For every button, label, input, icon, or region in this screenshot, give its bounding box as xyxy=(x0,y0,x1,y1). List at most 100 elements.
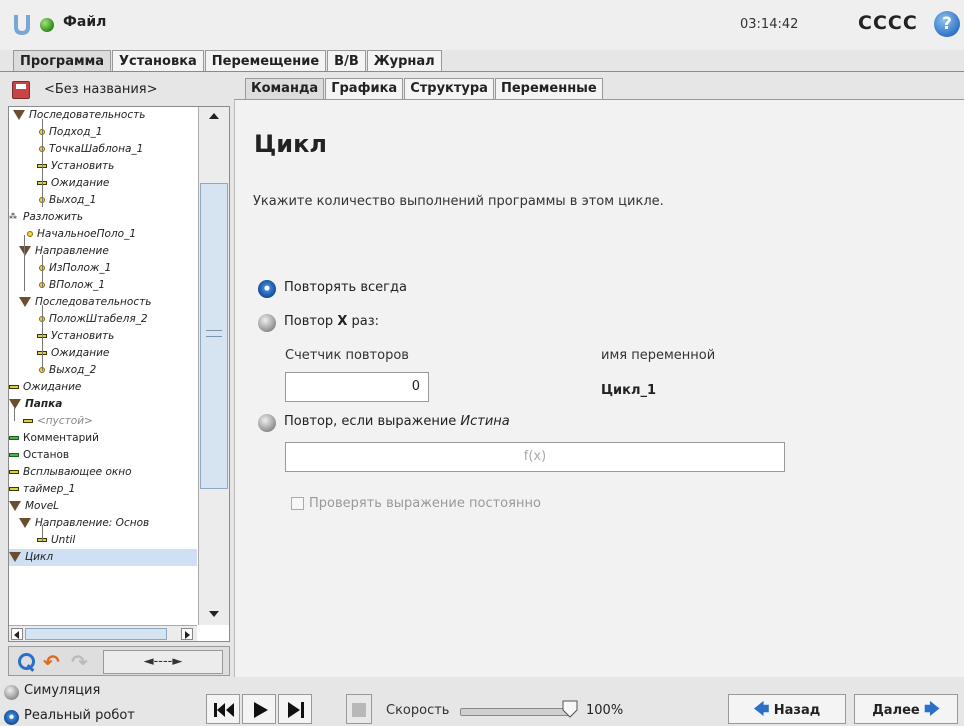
save-icon[interactable] xyxy=(12,81,30,99)
tree-node[interactable]: Цикл xyxy=(9,549,197,566)
tree-node[interactable]: ИзПолож_1 xyxy=(37,260,111,277)
tree-node[interactable]: Всплывающее окно xyxy=(9,464,132,481)
tree-node[interactable]: Выход_2 xyxy=(37,362,96,379)
program-header: <Без названия> xyxy=(8,78,230,104)
tree-node[interactable]: Папка xyxy=(9,396,62,413)
radio-repeat-forever-label[interactable]: Повторять всегда xyxy=(284,280,407,295)
tree-node[interactable]: Установить xyxy=(37,158,114,175)
real-robot-radio[interactable] xyxy=(4,710,19,725)
tree-node-label: Ожидание xyxy=(51,177,110,189)
tree-node[interactable]: НачальноеПоло_1 xyxy=(25,226,136,243)
tree-node[interactable]: ТочкаШаблона_1 xyxy=(37,141,143,158)
command-icon xyxy=(9,385,19,389)
tree-connector xyxy=(42,255,43,287)
radio-repeat-times[interactable] xyxy=(258,314,276,332)
radio-repeat-while[interactable] xyxy=(258,414,276,432)
command-icon xyxy=(9,470,19,474)
search-icon[interactable] xyxy=(15,650,37,674)
tab-move[interactable]: Перемещение xyxy=(204,50,327,72)
tab-log[interactable]: Журнал xyxy=(366,50,442,72)
tree-node[interactable]: ВПолож_1 xyxy=(37,277,105,294)
page-title: Цикл xyxy=(254,130,327,158)
expand-triangle-icon xyxy=(19,297,31,307)
repeat-count-input[interactable]: 0 xyxy=(285,372,429,402)
play-button[interactable] xyxy=(242,694,276,724)
tree-node[interactable]: Направление xyxy=(19,243,109,260)
tab-io[interactable]: В/В xyxy=(327,50,366,72)
scroll-left-icon[interactable] xyxy=(11,628,23,640)
scroll-right-icon[interactable] xyxy=(181,628,193,640)
command-icon xyxy=(9,487,19,491)
program-tree-list: Последовательность Подход_1 ТочкаШаблона_1… xyxy=(9,107,197,625)
tree-node[interactable]: <пустой> xyxy=(23,413,93,430)
tab-command[interactable]: Команда xyxy=(245,78,325,99)
tree-node-label: MoveL xyxy=(25,500,60,512)
real-robot-label[interactable]: Реальный робот xyxy=(24,708,135,723)
tree-node[interactable]: Установить xyxy=(37,328,114,345)
tree-node-label: Ожидание xyxy=(23,381,82,393)
tree-node[interactable]: Выход_1 xyxy=(37,192,96,209)
scroll-down-icon[interactable] xyxy=(199,605,229,623)
stop-button[interactable] xyxy=(346,694,372,724)
expand-triangle-icon xyxy=(9,399,21,409)
check-continuously-label[interactable]: Проверять выражение постоянно xyxy=(309,496,541,511)
undo-icon[interactable]: ↶ xyxy=(43,650,67,674)
robot-status-icon xyxy=(40,18,54,32)
tab-program[interactable]: Программа xyxy=(13,50,112,72)
command-icon xyxy=(23,419,33,423)
tree-node[interactable]: Последовательность xyxy=(13,107,145,124)
tab-variables[interactable]: Переменные xyxy=(494,78,603,99)
tab-graphics[interactable]: Графика xyxy=(325,78,404,99)
redo-icon[interactable]: ↷ xyxy=(71,650,95,674)
tree-node[interactable]: Ожидание xyxy=(37,175,109,192)
tree-node-label: ИзПолож_1 xyxy=(49,262,112,274)
tree-node[interactable]: таймер_1 xyxy=(9,481,75,498)
repeat-times-prefix: Повтор xyxy=(284,314,338,329)
tree-node[interactable]: Подход_1 xyxy=(37,124,102,141)
tree-horizontal-scrollbar[interactable] xyxy=(9,625,197,641)
tree-node-label: Подход_1 xyxy=(49,126,103,138)
expand-triangle-icon xyxy=(19,518,31,528)
simulation-radio[interactable] xyxy=(4,685,19,700)
rewind-button[interactable] xyxy=(206,694,240,724)
command-green-icon xyxy=(9,453,19,457)
tree-node[interactable]: Последовательность xyxy=(19,294,151,311)
tree-node-label: Направление xyxy=(35,245,109,257)
tab-structure[interactable]: Структура xyxy=(404,78,494,99)
tree-node[interactable]: Комментарий xyxy=(9,430,99,447)
simulation-label[interactable]: Симуляция xyxy=(24,683,100,698)
speed-slider[interactable] xyxy=(460,708,570,716)
next-button[interactable]: Далее 🡆 xyxy=(854,694,958,724)
expression-input[interactable]: f(x) xyxy=(285,442,785,472)
stop-icon xyxy=(352,703,366,717)
repeat-while-true: Истина xyxy=(460,414,510,429)
tab-installation[interactable]: Установка xyxy=(112,50,204,72)
counter-caption: Счетчик повторов xyxy=(285,348,409,363)
help-button[interactable]: ? xyxy=(934,11,960,37)
hscroll-thumb[interactable] xyxy=(25,628,167,640)
tree-node-label: Выход_1 xyxy=(49,194,97,206)
scroll-up-icon[interactable] xyxy=(199,107,229,125)
tree-node[interactable]: Направление: Основ xyxy=(19,515,149,532)
tree-node[interactable]: Ожидание xyxy=(37,345,109,362)
tree-node[interactable]: Ожидание xyxy=(9,379,81,396)
radio-repeat-while-label[interactable]: Повтор, если выражение Истина xyxy=(284,414,510,429)
tree-node[interactable]: MoveL xyxy=(9,498,59,515)
tree-node[interactable]: ⁂ Разложить xyxy=(9,209,83,226)
tree-node[interactable]: ПоложШтабеля_2 xyxy=(37,311,148,328)
file-menu[interactable]: Файл xyxy=(63,14,106,30)
command-panel: Цикл Укажите количество выполнений прогр… xyxy=(234,99,964,677)
tree-node[interactable]: Останов xyxy=(9,447,69,464)
step-button[interactable] xyxy=(278,694,312,724)
tree-vertical-scrollbar[interactable] xyxy=(198,107,229,625)
scroll-thumb[interactable] xyxy=(200,183,228,489)
tree-node-label: Направление: Основ xyxy=(35,517,150,529)
back-button[interactable]: 🡄 Назад xyxy=(728,694,846,724)
speed-slider-thumb[interactable] xyxy=(562,700,578,718)
radio-repeat-forever[interactable] xyxy=(258,280,276,298)
grip-icon xyxy=(206,330,222,337)
move-node-button[interactable]: ◄----► xyxy=(103,650,223,674)
radio-repeat-times-label[interactable]: Повтор X раз: xyxy=(284,314,379,329)
check-continuously-checkbox[interactable] xyxy=(291,497,304,510)
tree-node-label: Последовательность xyxy=(35,296,152,308)
